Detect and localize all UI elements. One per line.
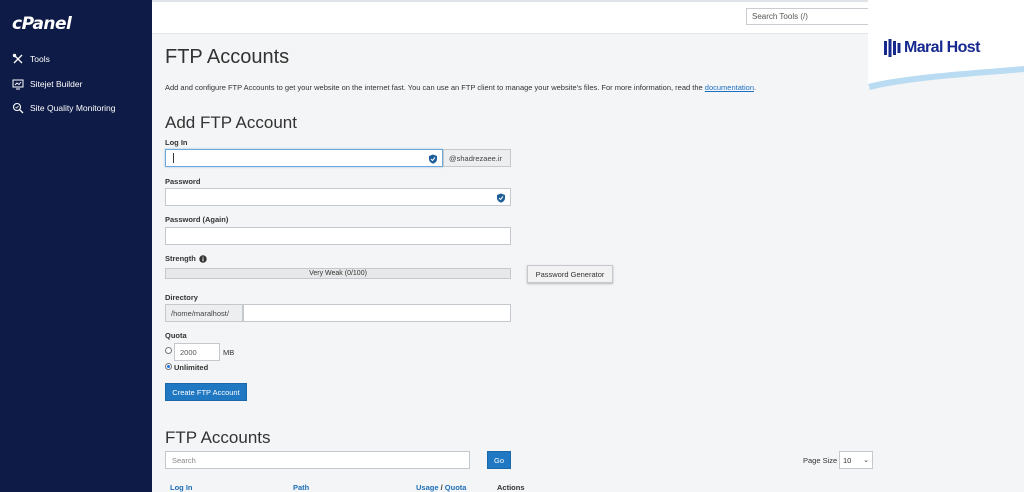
cpanel-logo[interactable]: cPanel — [12, 14, 72, 34]
ftp-accounts-heading: FTP Accounts — [165, 428, 271, 447]
page-size-value: 10 — [843, 456, 852, 465]
quota-label: Quota — [165, 331, 187, 340]
sidebar-item-site-quality[interactable]: Site Quality Monitoring — [12, 102, 116, 114]
password-generator-button[interactable]: Password Generator — [527, 265, 613, 283]
password-manager-icon[interactable] — [428, 154, 438, 164]
quota-limited-radio[interactable] — [165, 347, 172, 354]
top-bar-border — [152, 0, 932, 2]
tools-icon — [12, 53, 23, 64]
strength-label: Strength — [165, 254, 196, 263]
brand-name: Maral Host — [904, 39, 980, 56]
info-icon[interactable] — [199, 254, 207, 263]
search-tools-placeholder: Search Tools (/) — [752, 12, 808, 21]
login-label: Log In — [165, 138, 188, 147]
password-again-label: Password (Again) — [165, 215, 229, 224]
page-size-label: Page Size — [803, 456, 838, 465]
column-quota[interactable]: Quota — [445, 483, 467, 492]
page-intro: Add and configure FTP Accounts to get yo… — [165, 83, 865, 92]
strength-label-row: Strength — [165, 254, 207, 263]
sidebar-item-tools[interactable]: Tools — [12, 53, 50, 65]
page-size-select[interactable]: 10 ⌄ — [839, 451, 873, 469]
go-button[interactable]: Go — [487, 451, 511, 469]
login-input[interactable] — [165, 149, 443, 167]
add-ftp-heading: Add FTP Account — [165, 113, 297, 132]
column-usage[interactable]: Usage — [416, 483, 439, 492]
directory-label: Directory — [165, 293, 198, 302]
password-again-input[interactable] — [165, 227, 511, 245]
sidebar-item-label: Tools — [30, 54, 50, 64]
site-quality-icon — [12, 102, 24, 114]
sitejet-icon — [12, 79, 24, 90]
accounts-search-input[interactable]: Search — [165, 451, 470, 469]
quota-input[interactable]: 2000 — [174, 343, 220, 361]
sidebar-item-label: Site Quality Monitoring — [30, 103, 116, 113]
page-title: FTP Accounts — [165, 46, 290, 68]
password-label: Password — [165, 177, 201, 186]
intro-text: Add and configure FTP Accounts to get yo… — [165, 83, 705, 92]
column-actions: Actions — [497, 483, 525, 492]
sidebar-item-label: Sitejet Builder — [30, 79, 83, 89]
text-caret — [173, 153, 174, 163]
sidebar: cPanel Tools Sitejet Builder Site Qualit… — [0, 0, 152, 492]
intro-end: . — [754, 83, 757, 92]
column-usage-quota: Usage / Quota — [416, 483, 466, 492]
strength-meter: Very Weak (0/100) — [165, 268, 511, 279]
documentation-link[interactable]: documentation — [705, 83, 754, 92]
column-login[interactable]: Log In — [170, 483, 193, 492]
directory-input[interactable] — [243, 304, 511, 322]
directory-prefix: /home/maralhost/ — [165, 304, 243, 322]
brand-logo: Maral Host — [868, 0, 1024, 90]
quota-unit: MB — [223, 348, 235, 357]
create-ftp-account-button[interactable]: Create FTP Account — [165, 383, 247, 401]
unlimited-label: Unlimited — [174, 363, 209, 372]
sidebar-item-sitejet[interactable]: Sitejet Builder — [12, 78, 82, 90]
password-input[interactable] — [165, 188, 511, 206]
password-manager-icon[interactable] — [496, 193, 506, 203]
chevron-down-icon: ⌄ — [863, 457, 869, 464]
quota-unlimited-radio[interactable] — [165, 363, 172, 370]
domain-suffix: @shadrezaee.ir — [443, 149, 511, 167]
column-path[interactable]: Path — [293, 483, 309, 492]
